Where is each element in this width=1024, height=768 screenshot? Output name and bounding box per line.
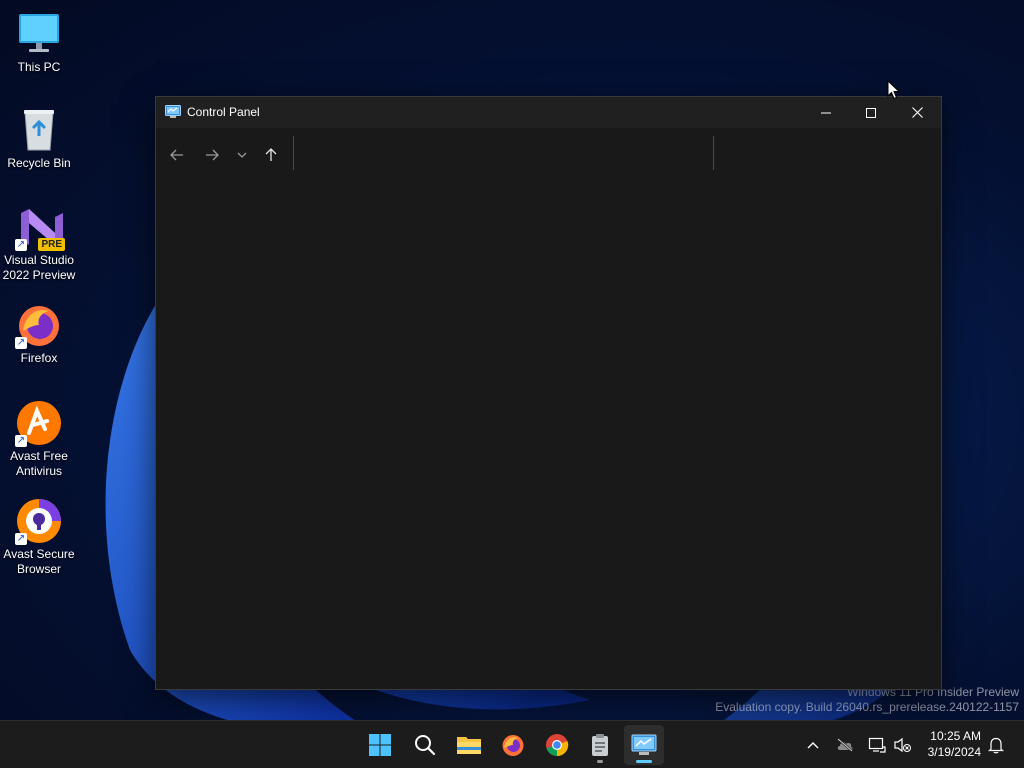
maximize-icon (866, 107, 876, 118)
shortcut-arrow-icon: ↗ (15, 239, 27, 251)
file-explorer-icon (457, 737, 481, 754)
desktop-icon-label-line1: Avast Secure (3, 547, 75, 561)
avast-browser-icon: ↗ (15, 497, 63, 545)
maximize-button[interactable] (848, 97, 894, 128)
network-tray-button[interactable] (865, 733, 889, 757)
active-indicator (636, 760, 652, 763)
desktop-icon-label-line2: Browser (16, 562, 61, 576)
address-bar[interactable] (294, 136, 712, 170)
notifications-icon (988, 737, 1004, 754)
taskbar-search-button[interactable] (405, 725, 445, 765)
desktop-icon-label-line2: Antivirus (15, 464, 62, 478)
running-indicator (597, 760, 603, 763)
forward-button[interactable] (198, 141, 226, 169)
search-icon (415, 735, 436, 756)
desktop-icon-label-line1: Visual Studio (4, 253, 74, 267)
start-icon (369, 734, 391, 756)
desktop-icon-firefox[interactable]: ↗ Firefox (2, 301, 76, 366)
back-button[interactable] (163, 141, 191, 169)
desktop-icon-visual-studio[interactable]: PRE ↗ Visual Studio 2022 Preview (2, 203, 76, 283)
clock-date: 3/19/2024 (927, 745, 981, 759)
forward-arrow-icon (206, 149, 219, 161)
taskbar-control-panel[interactable] (624, 725, 664, 765)
network-icon (868, 737, 886, 753)
chevron-up-icon (807, 742, 819, 749)
taskbar: 10:25 AM 3/19/2024 (0, 720, 1024, 768)
show-hidden-icons-button[interactable] (801, 733, 825, 757)
taskbar-firefox[interactable] (493, 725, 533, 765)
desktop-icon-avast-browser[interactable]: ↗ Avast Secure Browser (2, 497, 76, 577)
window-content (156, 176, 941, 689)
up-arrow-icon (265, 148, 277, 161)
firefox-icon (502, 735, 524, 756)
control-panel-icon (631, 734, 657, 755)
desktop-icon-label: This PC (17, 60, 61, 74)
notifications-button[interactable] (984, 733, 1008, 757)
watermark-line2: Evaluation copy. Build 26040.rs_prerelea… (715, 700, 1019, 714)
control-panel-icon (165, 105, 181, 119)
up-button[interactable] (257, 141, 285, 169)
chrome-icon (546, 734, 569, 757)
taskbar-clipboard-app[interactable] (580, 725, 620, 765)
pre-badge: PRE (38, 238, 65, 251)
title-bar[interactable]: Control Panel (156, 97, 941, 128)
close-icon (911, 107, 923, 118)
start-button[interactable] (360, 725, 400, 765)
search-box[interactable] (714, 136, 934, 170)
shortcut-arrow-icon: ↗ (15, 533, 27, 545)
desktop-icon-this-pc[interactable]: This PC (2, 10, 76, 75)
recent-locations-button[interactable] (228, 141, 256, 169)
shortcut-arrow-icon: ↗ (15, 337, 27, 349)
minimize-icon (821, 112, 831, 113)
desktop-icon-label-line1: Avast Free (10, 449, 68, 463)
volume-tray-button[interactable] (890, 733, 914, 757)
onedrive-icon (837, 738, 853, 752)
onedrive-tray-button[interactable] (833, 733, 857, 757)
navigation-toolbar (156, 128, 941, 176)
chevron-down-icon (237, 152, 247, 158)
desktop-icon-label-line2: 2022 Preview (2, 268, 76, 282)
clipboard-icon (592, 734, 608, 756)
volume-muted-icon (894, 737, 911, 753)
desktop-icon-recycle-bin[interactable]: Recycle Bin (2, 106, 76, 171)
mouse-cursor-icon (887, 80, 901, 100)
taskbar-file-explorer[interactable] (449, 725, 489, 765)
firefox-icon: ↗ (15, 301, 63, 349)
control-panel-window[interactable]: Control Panel (155, 96, 942, 690)
minimize-button[interactable] (803, 97, 849, 128)
avast-antivirus-icon: ↗ (15, 399, 63, 447)
back-arrow-icon (170, 149, 183, 161)
visual-studio-icon: PRE ↗ (15, 203, 65, 251)
desktop-icon-avast-antivirus[interactable]: ↗ Avast Free Antivirus (2, 399, 76, 479)
clock[interactable]: 10:25 AM 3/19/2024 (928, 728, 981, 760)
recycle-bin-icon (15, 106, 63, 154)
window-title: Control Panel (187, 105, 260, 119)
clock-time: 10:25 AM (930, 729, 981, 743)
monitor-icon (15, 10, 63, 58)
desktop-icon-label: Recycle Bin (7, 156, 71, 170)
taskbar-chrome[interactable] (537, 725, 577, 765)
close-button[interactable] (894, 97, 940, 128)
desktop-icon-label: Firefox (20, 351, 58, 365)
shortcut-arrow-icon: ↗ (15, 435, 27, 447)
